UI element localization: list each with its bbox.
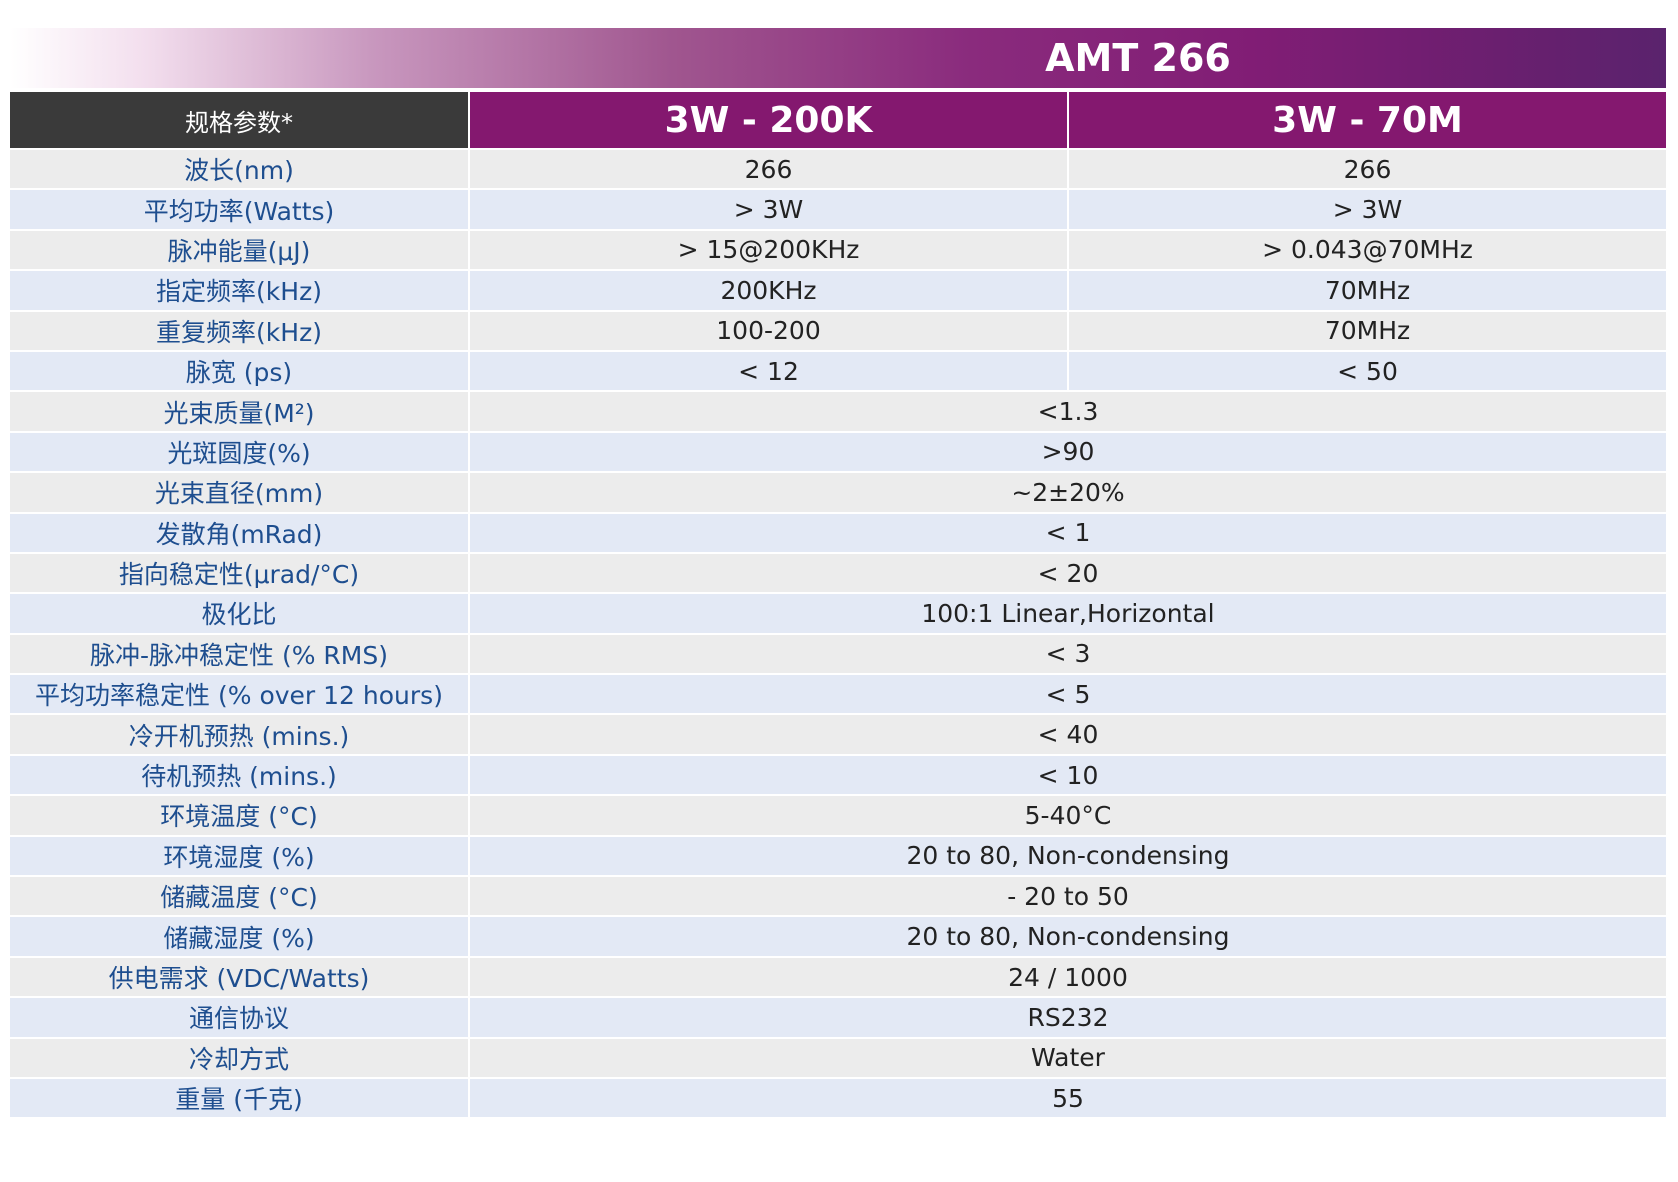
- spec-label: 光斑圆度(%): [10, 432, 468, 472]
- table-row: 环境湿度 (%) 20 to 80, Non-condensing: [10, 834, 1666, 876]
- spec-label: 平均功率(Watts): [10, 190, 468, 229]
- header-model-1: 3W - 200K: [470, 92, 1067, 148]
- table-row: 环境温度 (°C) 5-40°C: [10, 794, 1666, 835]
- spec-value-shared: 55: [470, 1078, 1666, 1118]
- spec-label: 储藏湿度 (%): [10, 917, 468, 956]
- spec-label: 指向稳定性(μrad/°C): [10, 553, 468, 593]
- spec-value-shared: ~2±20%: [470, 473, 1666, 512]
- spec-value-shared: 20 to 80, Non-condensing: [470, 917, 1666, 956]
- spec-value-shared: - 20 to 50: [470, 877, 1666, 916]
- spec-value-shared: <1.3: [470, 392, 1666, 431]
- spec-label: 通信协议: [10, 998, 468, 1037]
- spec-value-shared: < 20: [470, 553, 1666, 593]
- table-header: 规格参数* 3W - 200K 3W - 70M: [10, 92, 1666, 148]
- spec-label: 极化比: [10, 594, 468, 633]
- spec-label: 波长(nm): [10, 150, 468, 189]
- spec-label: 光束直径(mm): [10, 473, 468, 512]
- spec-value-shared: 20 to 80, Non-condensing: [470, 836, 1666, 876]
- table-row: 平均功率稳定性 (% over 12 hours) < 5: [10, 673, 1666, 714]
- spec-label: 脉冲能量(μJ): [10, 230, 468, 270]
- table-row: 待机预热 (mins.) < 10: [10, 753, 1666, 795]
- spec-value-shared: Water: [470, 1038, 1666, 1077]
- spec-label: 重复频率(kHz): [10, 311, 468, 350]
- spec-value-shared: < 40: [470, 715, 1666, 754]
- table-row: 储藏温度 (°C) - 20 to 50: [10, 875, 1666, 916]
- spec-value-shared: < 1: [470, 513, 1666, 552]
- spec-value-model-1: > 3W: [470, 190, 1067, 229]
- spec-label: 重量 (千克): [10, 1078, 468, 1118]
- table-row: 指定频率(kHz) 200KHz 70MHz: [10, 269, 1666, 310]
- table-row: 重量 (千克) 55: [10, 1076, 1666, 1118]
- table-row: 光束质量(M²) <1.3: [10, 390, 1666, 431]
- spec-label: 环境温度 (°C): [10, 796, 468, 835]
- table-row: 供电需求 (VDC/Watts) 24 / 1000: [10, 955, 1666, 997]
- spec-label: 冷开机预热 (mins.): [10, 715, 468, 754]
- spec-value-model-2: 70MHz: [1069, 311, 1666, 350]
- spec-label: 光束质量(M²): [10, 392, 468, 431]
- table-row: 冷开机预热 (mins.) < 40: [10, 713, 1666, 754]
- table-row: 脉冲-脉冲稳定性 (% RMS) < 3: [10, 632, 1666, 674]
- table-row: 波长(nm) 266 266: [10, 148, 1666, 189]
- spec-label: 指定频率(kHz): [10, 271, 468, 310]
- spec-label: 平均功率稳定性 (% over 12 hours): [10, 675, 468, 714]
- table-row: 脉宽 (ps) < 12 < 50: [10, 349, 1666, 391]
- spec-value-shared: < 3: [470, 634, 1666, 674]
- spec-value-model-2: 266: [1069, 150, 1666, 189]
- table-row: 脉冲能量(μJ) > 15@200KHz > 0.043@70MHz: [10, 228, 1666, 270]
- spec-value-model-1: 200KHz: [470, 271, 1067, 310]
- spec-table-body: 波长(nm) 266 266 平均功率(Watts) > 3W > 3W 脉冲能量(μJ) >…: [10, 148, 1666, 1118]
- spec-value-shared: >90: [470, 432, 1666, 472]
- product-title: AMT 266: [1045, 36, 1231, 80]
- table-row: 极化比 100:1 Linear,Horizontal: [10, 592, 1666, 633]
- spec-label: 储藏温度 (°C): [10, 877, 468, 916]
- table-row: 指向稳定性(μrad/°C) < 20: [10, 551, 1666, 593]
- header-param-label: 规格参数*: [10, 92, 468, 148]
- table-row: 光斑圆度(%) >90: [10, 430, 1666, 472]
- spec-value-shared: 24 / 1000: [470, 957, 1666, 997]
- spec-value-shared: RS232: [470, 998, 1666, 1037]
- table-row: 光束直径(mm) ~2±20%: [10, 471, 1666, 512]
- spec-value-shared: < 5: [470, 675, 1666, 714]
- spec-label: 脉冲-脉冲稳定性 (% RMS): [10, 634, 468, 674]
- spec-value-shared: 5-40°C: [470, 796, 1666, 835]
- table-row: 通信协议 RS232: [10, 996, 1666, 1037]
- spec-value-shared: 100:1 Linear,Horizontal: [470, 594, 1666, 633]
- spec-value-shared: < 10: [470, 755, 1666, 795]
- spec-value-model-1: 266: [470, 150, 1067, 189]
- spec-label: 供电需求 (VDC/Watts): [10, 957, 468, 997]
- table-row: 储藏湿度 (%) 20 to 80, Non-condensing: [10, 915, 1666, 956]
- spec-value-model-2: < 50: [1069, 351, 1666, 391]
- title-banner: AMT 266: [10, 28, 1666, 88]
- spec-value-model-1: < 12: [470, 351, 1067, 391]
- spec-label: 脉宽 (ps): [10, 351, 468, 391]
- spec-sheet: AMT 266 规格参数* 3W - 200K 3W - 70M 波长(nm) 2…: [10, 28, 1666, 1118]
- spec-label: 待机预热 (mins.): [10, 755, 468, 795]
- spec-value-model-2: > 0.043@70MHz: [1069, 230, 1666, 270]
- table-row: 平均功率(Watts) > 3W > 3W: [10, 188, 1666, 229]
- header-model-2: 3W - 70M: [1069, 92, 1666, 148]
- table-row: 发散角(mRad) < 1: [10, 511, 1666, 552]
- spec-value-model-2: > 3W: [1069, 190, 1666, 229]
- spec-label: 冷却方式: [10, 1038, 468, 1077]
- table-row: 重复频率(kHz) 100-200 70MHz: [10, 309, 1666, 350]
- spec-value-model-1: > 15@200KHz: [470, 230, 1067, 270]
- table-row: 冷却方式 Water: [10, 1036, 1666, 1077]
- spec-label: 环境湿度 (%): [10, 836, 468, 876]
- spec-value-model-1: 100-200: [470, 311, 1067, 350]
- spec-label: 发散角(mRad): [10, 513, 468, 552]
- spec-value-model-2: 70MHz: [1069, 271, 1666, 310]
